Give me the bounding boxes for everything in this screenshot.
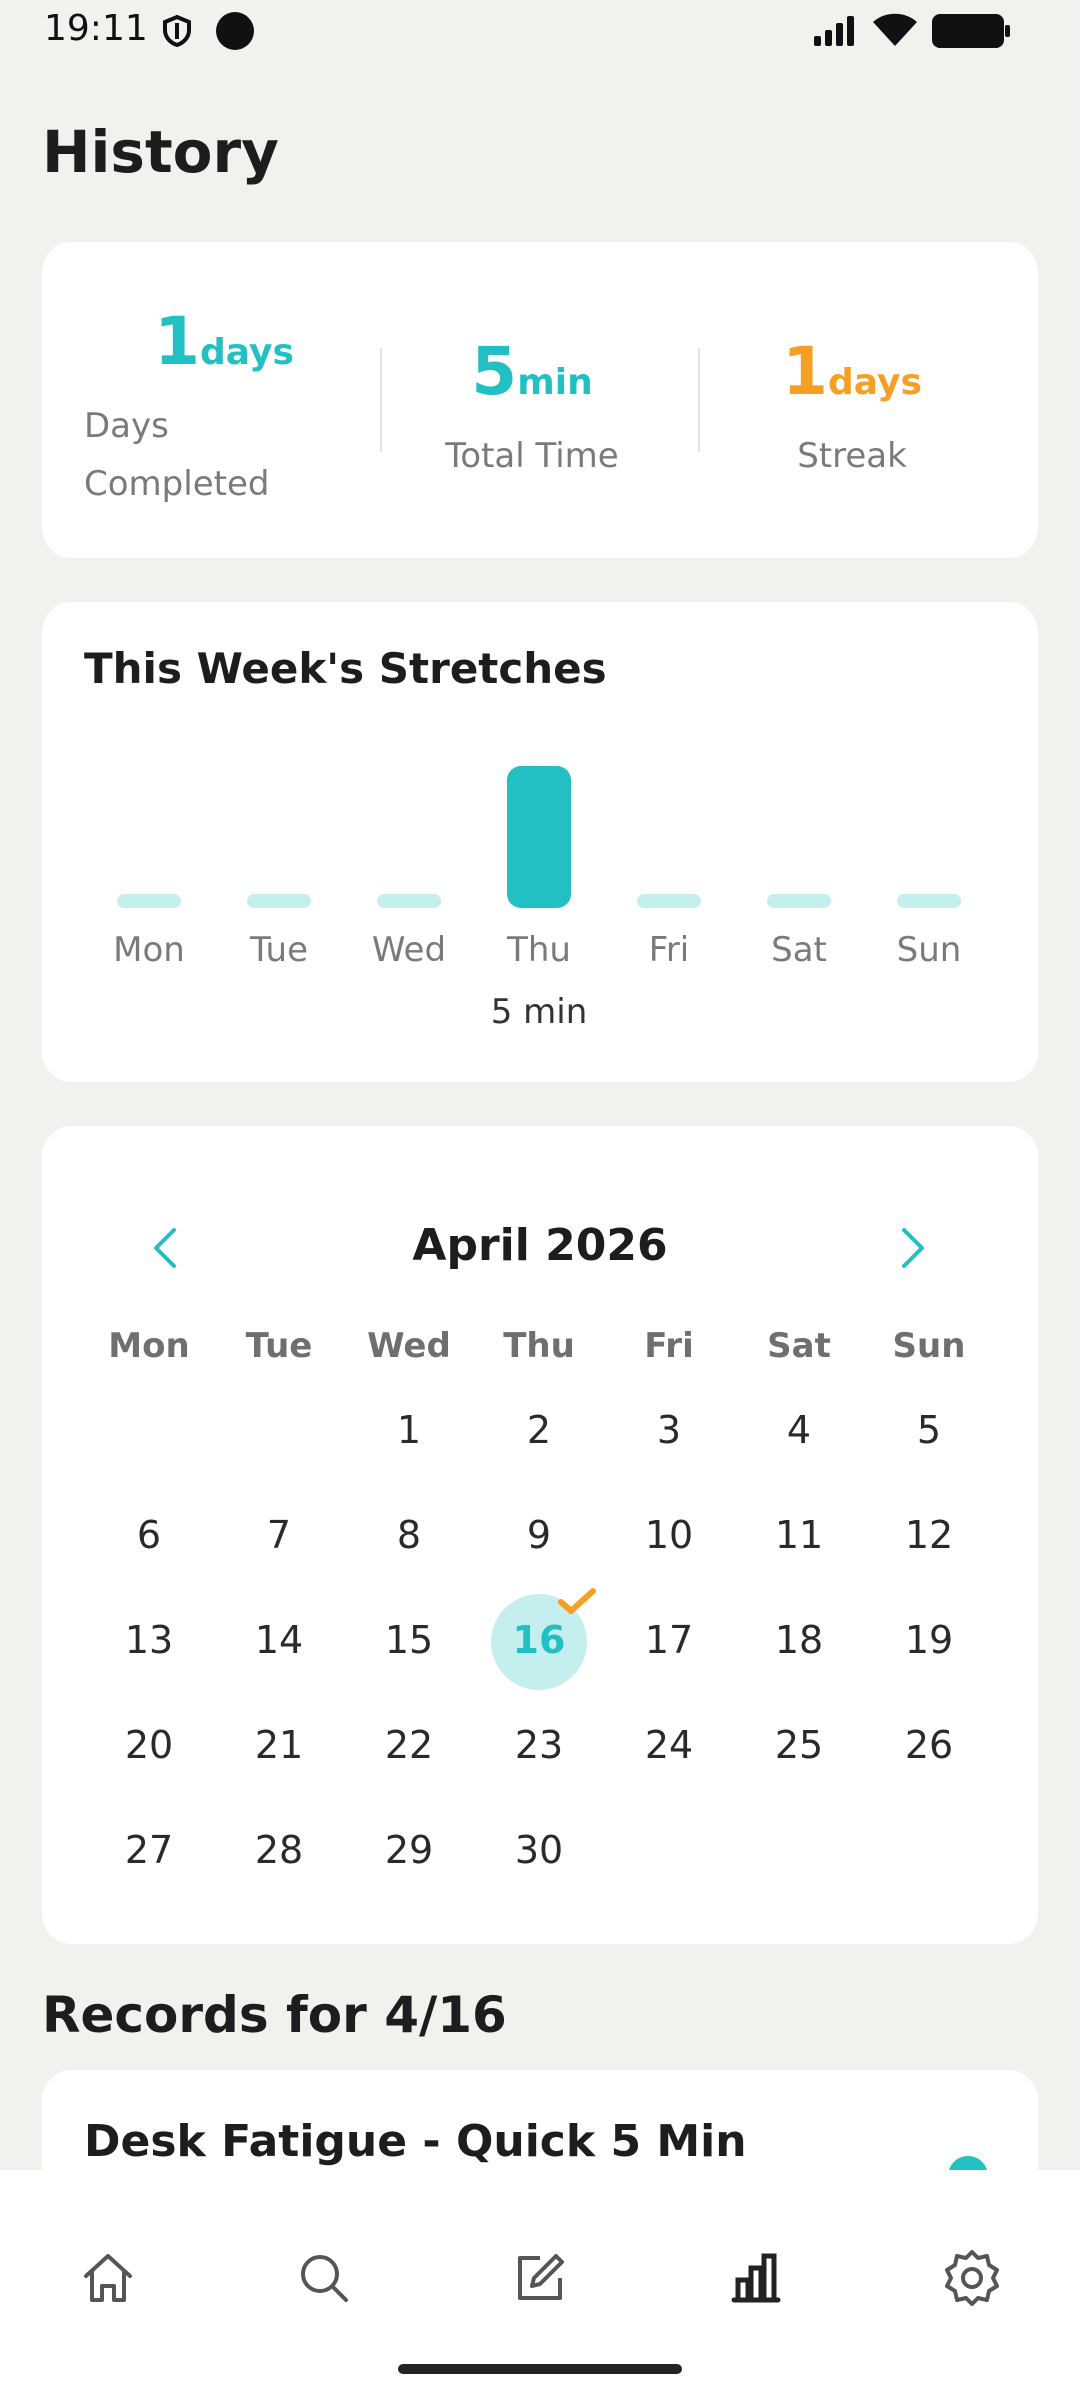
calendar-weekday-label: Fri [644, 1326, 694, 1366]
calendar-day[interactable]: 25 [734, 1723, 864, 1767]
calendar-day[interactable]: 19 [864, 1618, 994, 1662]
record-title: Desk Fatigue - Quick 5 Min [84, 2116, 747, 2167]
streak-label: Streak [797, 436, 907, 476]
divider [698, 348, 700, 452]
days-completed-label: Days [84, 406, 169, 446]
signal-icon [812, 14, 860, 52]
divider [380, 348, 382, 452]
week-bar-mon [117, 894, 181, 908]
calendar-weekday-label: Thu [503, 1326, 575, 1366]
calendar-day[interactable]: 6 [84, 1513, 214, 1557]
notification-dot-icon [216, 12, 254, 50]
home-icon [84, 2254, 132, 2302]
records-title: Records for 4/16 [42, 1986, 507, 2044]
status-bar: 19:11 [0, 0, 1080, 62]
bar-chart-icon [731, 2253, 781, 2303]
calendar-day[interactable]: 24 [604, 1723, 734, 1767]
calendar-card: April 2026 Mon Tue Wed Thu Fri Sat Sun 1 2 3 4 5 6 7 8… [42, 1126, 1038, 1944]
calendar-day[interactable]: 23 [474, 1723, 604, 1767]
page-title: History [42, 118, 279, 186]
calendar-day[interactable]: 2 [474, 1408, 604, 1452]
calendar-day[interactable]: 26 [864, 1723, 994, 1767]
week-chart: Mon Tue Wed Thu 5 min Fri Sat Sun [42, 602, 1038, 1082]
calendar-day[interactable]: 18 [734, 1618, 864, 1662]
days-completed-value: 1 [154, 303, 201, 380]
streak-stat: 1days Streak [722, 334, 982, 485]
week-day-label: Sat [771, 930, 827, 970]
week-bar-wed [377, 894, 441, 908]
total-time-unit: min [517, 362, 593, 403]
week-day-label: Thu [507, 930, 571, 970]
edit-icon [518, 2254, 564, 2300]
streak-unit: days [828, 362, 922, 403]
calendar-day[interactable]: 10 [604, 1513, 734, 1557]
completed-check-icon [558, 1588, 596, 1614]
shield-icon [160, 14, 194, 52]
next-month-button[interactable] [882, 1218, 942, 1278]
total-time-value: 5 [471, 333, 518, 410]
calendar-day[interactable]: 29 [344, 1828, 474, 1872]
nav-search[interactable] [264, 2218, 384, 2338]
wifi-icon [870, 10, 920, 54]
week-bar-tue [247, 894, 311, 908]
nav-settings[interactable] [912, 2218, 1032, 2338]
week-bar-fri [637, 894, 701, 908]
nav-edit[interactable] [480, 2218, 600, 2338]
nav-history[interactable] [696, 2218, 816, 2338]
week-chart-card: This Week's Stretches Mon Tue Wed Thu 5 min F… [42, 602, 1038, 1082]
calendar-day[interactable]: 21 [214, 1723, 344, 1767]
calendar-weekday-label: Wed [367, 1326, 451, 1366]
week-bar-sat [767, 894, 831, 908]
days-completed-stat: 1days Days Completed [84, 304, 324, 513]
calendar-day[interactable]: 8 [344, 1513, 474, 1557]
week-day-label: Mon [113, 930, 185, 970]
gear-icon [945, 2250, 999, 2306]
calendar-weekday-label: Sun [892, 1326, 966, 1366]
search-icon [301, 2255, 348, 2302]
calendar-day[interactable]: 3 [604, 1408, 734, 1452]
calendar-day[interactable]: 20 [84, 1723, 214, 1767]
calendar-day[interactable]: 11 [734, 1513, 864, 1557]
calendar-day[interactable]: 28 [214, 1828, 344, 1872]
calendar-day[interactable]: 16 [474, 1618, 604, 1662]
week-bar-thu [507, 766, 571, 908]
home-indicator[interactable] [398, 2364, 682, 2374]
summary-card: 1days Days Completed 5min Total Time 1da… [42, 242, 1038, 558]
status-time: 19:11 [44, 8, 148, 49]
calendar-weekday-label: Tue [245, 1326, 313, 1366]
week-day-label: Tue [249, 930, 309, 970]
battery-icon [932, 14, 1010, 48]
calendar-day[interactable]: 15 [344, 1618, 474, 1662]
total-time-label: Total Time [445, 436, 619, 476]
week-day-label: Wed [371, 930, 447, 970]
calendar-day[interactable]: 5 [864, 1408, 994, 1452]
calendar-day[interactable]: 13 [84, 1618, 214, 1662]
week-bar-value-label: 5 min [490, 992, 588, 1032]
nav-home[interactable] [48, 2218, 168, 2338]
calendar-day[interactable]: 4 [734, 1408, 864, 1452]
week-day-label: Sun [896, 930, 962, 970]
calendar-weekday-label: Mon [108, 1326, 190, 1366]
calendar-day[interactable]: 14 [214, 1618, 344, 1662]
calendar-day[interactable]: 7 [214, 1513, 344, 1557]
calendar-day[interactable]: 9 [474, 1513, 604, 1557]
week-bar-sun [897, 894, 961, 908]
week-day-label: Fri [648, 930, 690, 970]
streak-value: 1 [782, 333, 829, 410]
days-completed-unit: days [200, 332, 294, 373]
total-time-stat: 5min Total Time [402, 334, 662, 485]
calendar-day[interactable]: 22 [344, 1723, 474, 1767]
calendar-day[interactable]: 12 [864, 1513, 994, 1557]
calendar-day[interactable]: 17 [604, 1618, 734, 1662]
calendar-day[interactable]: 1 [344, 1408, 474, 1452]
calendar-day[interactable]: 30 [474, 1828, 604, 1872]
days-completed-label-2: Completed [84, 464, 270, 504]
calendar-weekday-label: Sat [767, 1326, 831, 1366]
calendar-day[interactable]: 27 [84, 1828, 214, 1872]
